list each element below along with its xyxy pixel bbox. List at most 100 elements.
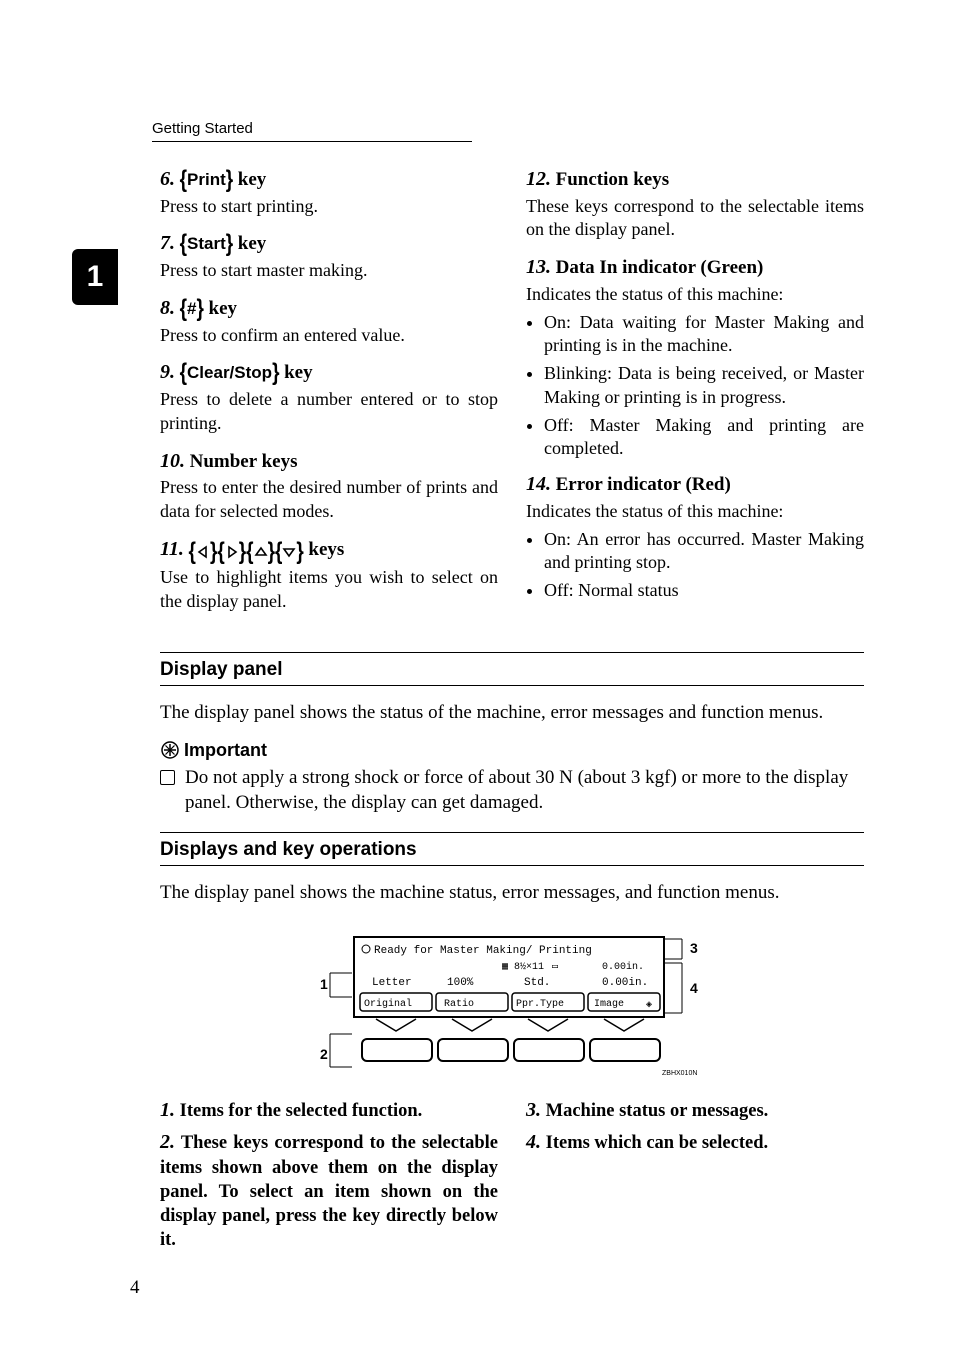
lcd-status-text: Ready for Master Making/ Printing [374,945,592,957]
item-10-body: Press to enter the desired number of pri… [160,476,498,524]
bracket-left-icon: { [180,295,187,326]
item-9-head: 9. {Clear/Stop} key [160,359,498,386]
important-heading: Important [160,740,864,761]
bracket-right-icon: } [226,230,233,261]
key-title: Function keys [556,169,670,190]
running-head: Getting Started [152,120,472,142]
left-column: 6. {Print} key Press to start printing. … [160,166,498,626]
item-7-head: 7. {Start} key [160,230,498,257]
key-title: Data In indicator (Green) [556,257,764,278]
item-12-body: These keys correspond to the selectable … [526,195,864,243]
item-number: 2. [160,1131,175,1153]
lcd-row-0: Letter [372,977,412,989]
page-number: 4 [130,1277,140,1299]
bracket-left-icon: { [180,166,187,197]
callout-1-text: 1. Items for the selected function. [160,1097,498,1123]
divider [160,865,864,866]
item-number: 11. [160,538,184,560]
item-number: 8. [160,297,175,319]
callout-3-text: 3. Machine status or messages. [526,1097,864,1123]
callout-text: These keys correspond to the selectable … [160,1133,498,1249]
callout-2-label: 2 [320,1046,328,1062]
divider [160,652,864,653]
callout-text: Machine status or messages. [546,1101,769,1121]
callout-text-columns: 1. Items for the selected function. 2. T… [160,1097,864,1257]
item-11-body: Use to highlight items you wish to selec… [160,566,498,614]
divider [160,685,864,686]
key-word: keys [308,539,344,560]
item-7-body: Press to start master making. [160,259,498,283]
arrow-left-key-icon: {} [189,540,218,565]
bracket-right-icon: } [272,359,279,390]
item-13-bullets: On: Data waiting for Master Making and p… [526,311,864,462]
callout-1-label: 1 [320,976,328,992]
important-label: Important [184,740,267,761]
divider [160,832,864,833]
checkbox-icon [160,770,175,785]
arrow-right-key-icon: {} [217,540,246,565]
item-8-body: Press to confirm an entered value. [160,324,498,348]
display-panel-figure: 1 2 Ready for Master Making/ Printing ▦ … [160,919,864,1079]
key-label: Clear/Stop [187,363,272,382]
section-title-display-panel: Display panel [160,659,864,681]
list-item: Off: Normal status [544,579,864,603]
bottom-right-column: 3. Machine status or messages. 4. Items … [526,1097,864,1257]
callout-4-text: 4. Items which can be selected. [526,1129,864,1155]
item-number: 12. [526,168,551,190]
page: Getting Started 1 6. {Print} key Press t… [0,0,954,1351]
callout-text: Items for the selected function. [180,1101,423,1121]
arrow-up-key-icon: {} [246,540,275,565]
lcd-row-1: 100% [447,977,474,989]
item-14-body: Indicates the status of this machine: [526,500,864,524]
item-8-head: 8. {#} key [160,295,498,322]
bracket-right-icon: } [197,295,204,326]
item-9-body: Press to delete a number entered or to s… [160,388,498,436]
item-13-body: Indicates the status of this machine: [526,283,864,307]
lcd-paper-icon: ▦ [502,962,508,973]
displays-keys-intro: The display panel shows the machine stat… [160,880,864,906]
item-number: 14. [526,473,551,495]
item-12-head: 12. Function keys [526,166,864,193]
callout-4-label: 4 [690,980,698,996]
lcd-tab-3: Image [594,999,624,1010]
item-number: 13. [526,256,551,278]
important-note: Do not apply a strong shock or force of … [160,765,864,816]
callout-3-label: 3 [690,940,698,956]
item-number: 1. [160,1099,175,1121]
display-panel-intro: The display panel shows the status of th… [160,700,864,726]
bracket-right-icon: } [226,166,233,197]
item-number: 4. [526,1131,541,1153]
right-column: 12. Function keys These keys correspond … [526,166,864,626]
bracket-left-icon: { [180,359,187,390]
section-title-displays-keys: Displays and key operations [160,839,864,861]
item-number: 10. [160,450,185,472]
list-item: Off: Master Making and printing are comp… [544,414,864,462]
item-6-head: 6. {Print} key [160,166,498,193]
key-title: Error indicator (Red) [556,474,731,495]
key-word: key [238,233,267,254]
lcd-right-value-1: 0.00in. [602,961,644,973]
item-13-head: 13. Data In indicator (Green) [526,254,864,281]
lcd-tab-2: Ppr.Type [516,999,564,1010]
lcd-tab-1: Ratio [444,998,474,1010]
key-label: Print [187,170,226,189]
lcd-diamond-icon: ◈ [646,1000,652,1011]
lcd-paper-size: 8½×11 [514,961,544,973]
item-number: 9. [160,361,175,383]
important-text: Do not apply a strong shock or force of … [185,765,864,816]
item-number: 7. [160,232,175,254]
item-number: 3. [526,1099,541,1121]
key-word: key [209,298,238,319]
item-10-head: 10. Number keys [160,448,498,475]
item-14-head: 14. Error indicator (Red) [526,471,864,498]
key-title: Number keys [190,451,298,472]
key-descriptions-columns: 6. {Print} key Press to start printing. … [160,166,864,626]
item-11-head: 11. {}{}{}{} keys [160,536,498,565]
bottom-left-column: 1. Items for the selected function. 2. T… [160,1097,498,1257]
lcd-row-2: Std. [524,977,550,989]
lcd-row-3: 0.00in. [602,977,648,989]
callout-text: Items which can be selected. [546,1133,768,1153]
list-item: On: An error has occurred. Master Making… [544,528,864,576]
key-word: key [238,169,267,190]
callout-2-text: 2. These keys correspond to the selectab… [160,1129,498,1251]
